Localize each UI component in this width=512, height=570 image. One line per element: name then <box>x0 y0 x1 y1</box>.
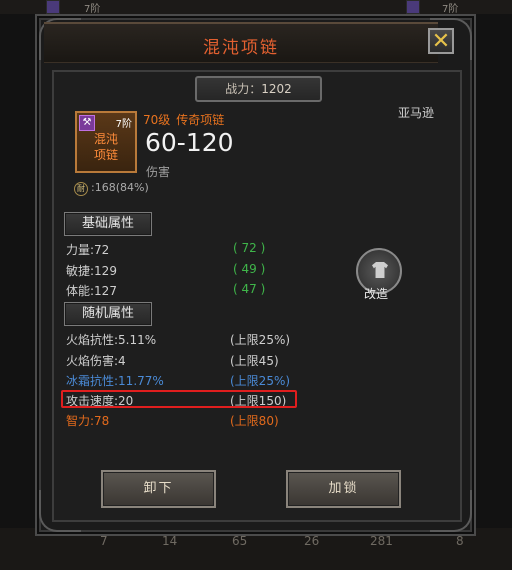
base-attributes-header: 基础属性 <box>64 212 152 236</box>
reforge-label: 改造 <box>364 287 389 301</box>
random-attr-fire-damage: 火焰伤害:4 <box>66 354 126 368</box>
item-level: 70级 <box>143 113 171 127</box>
random-attributes-header: 随机属性 <box>64 302 152 326</box>
title-bar: 混沌项链 <box>44 22 438 63</box>
armor-icon <box>372 262 388 278</box>
lock-button[interactable]: 加锁 <box>286 470 401 508</box>
bottom-value: 65 <box>232 534 248 548</box>
dialog-title: 混沌项链 <box>203 38 279 58</box>
random-attr-frost-resist: 冰霜抗性:11.77% <box>66 374 164 388</box>
combat-power: 战力：1202 <box>195 76 322 102</box>
close-button[interactable]: ✕ <box>428 28 454 54</box>
bottom-value: 14 <box>162 534 178 548</box>
random-attr-cap: (上限25%) <box>230 333 291 347</box>
base-attr-bonus: ( 49 ) <box>233 262 266 276</box>
random-attr-fire-resist: 火焰抗性:5.11% <box>66 333 157 347</box>
item-damage: 60-120 <box>145 128 234 157</box>
base-attr-stamina: 体能:127 <box>66 284 117 298</box>
item-race: 亚马逊 <box>398 106 435 120</box>
base-attr-strength: 力量:72 <box>66 243 110 257</box>
hammer-icon: ⚒ <box>79 115 95 131</box>
item-icon-name: 混沌 项链 <box>93 132 118 162</box>
durability-icon: 耐 <box>74 182 88 196</box>
top-left-level: 7阶 <box>84 4 101 15</box>
durability-value: :168(84%) <box>91 181 149 194</box>
combat-power-label: 战力： <box>225 82 262 96</box>
item-icon[interactable]: ⚒ 7阶 混沌 项链 <box>75 111 137 173</box>
base-attr-agility: 敏捷:129 <box>66 264 117 278</box>
item-subline: 70级 传奇项链 <box>143 111 224 128</box>
durability: 耐:168(84%) <box>74 181 149 196</box>
top-right-level: 7阶 <box>442 4 459 15</box>
random-attr-cap: (上限80) <box>230 414 279 428</box>
top-strip: 7阶 7阶 <box>0 0 512 15</box>
random-attr-cap: (上限25%) <box>230 374 291 388</box>
random-attr-cap: (上限45) <box>230 354 279 368</box>
bottom-value: 26 <box>304 534 320 548</box>
combat-power-value: 1202 <box>261 82 292 96</box>
attack-speed-highlight <box>61 390 297 408</box>
damage-label: 伤害 <box>146 165 171 179</box>
random-attr-intelligence: 智力:78 <box>66 414 110 428</box>
gem-icon <box>46 0 60 14</box>
base-attr-bonus: ( 47 ) <box>233 282 266 296</box>
base-attr-bonus: ( 72 ) <box>233 241 266 255</box>
bottom-value: 7 <box>100 534 108 548</box>
item-type: 传奇项链 <box>176 113 225 127</box>
bottom-value: 8 <box>456 534 464 548</box>
unequip-button[interactable]: 卸下 <box>101 470 216 508</box>
item-rank: 7阶 <box>115 119 132 130</box>
bottom-value: 281 <box>370 534 393 548</box>
gem-icon <box>406 0 420 14</box>
